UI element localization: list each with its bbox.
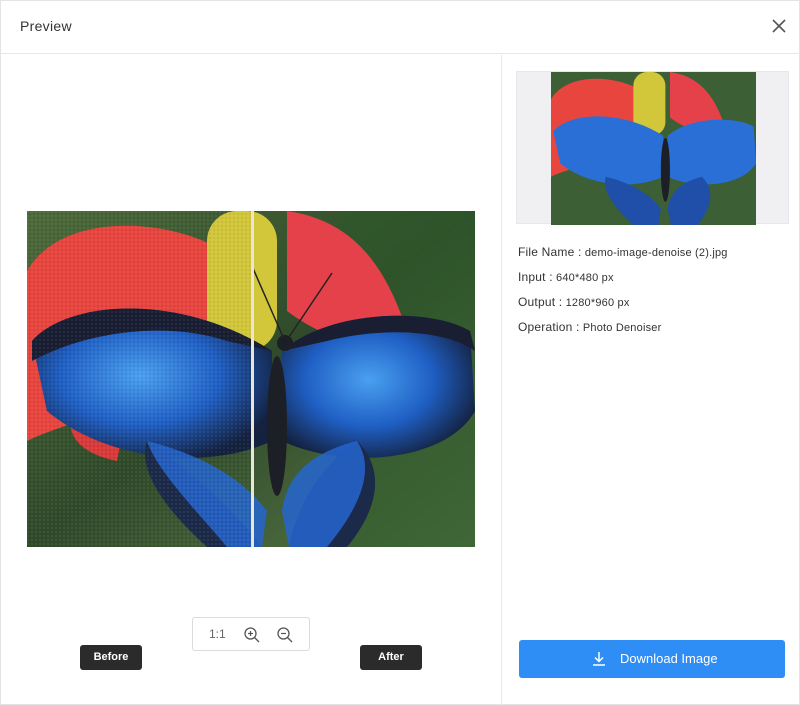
operation-value: Photo Denoiser: [582, 322, 662, 334]
close-icon: [772, 19, 786, 33]
file-name-row: File Name : demo-image-denoise (2).jpg: [518, 245, 728, 259]
input-value: 640*480 px: [556, 272, 614, 284]
download-image-button[interactable]: Download Image: [519, 640, 785, 678]
close-button[interactable]: [768, 15, 790, 37]
download-label: Download Image: [620, 651, 718, 666]
thumbnail-frame: [516, 71, 789, 225]
preview-dialog: Preview 1:1 Before After File Name: dem…: [0, 0, 800, 705]
zoom-ratio-button[interactable]: 1:1: [209, 627, 226, 641]
split-slider-handle[interactable]: [249, 211, 255, 547]
file-name-label: File Name :: [518, 245, 582, 259]
file-name-value: demo-image-denoise (2).jpg: [584, 247, 728, 259]
thumbnail-photo: [551, 72, 756, 225]
input-row: Input : 640*480 px: [518, 270, 614, 284]
details-pane: File Name : demo-image-denoise (2).jpg I…: [502, 55, 800, 705]
result-thumbnail: [551, 72, 756, 225]
download-icon: [593, 652, 605, 666]
output-value: 1280*960 px: [565, 297, 630, 309]
comparison-pane: 1:1 Before After: [1, 55, 501, 705]
zoom-in-icon: [244, 627, 260, 643]
operation-label: Operation :: [518, 320, 580, 334]
output-row: Output : 1280*960 px: [518, 295, 630, 309]
after-label: After: [360, 645, 422, 670]
zoom-toolbar: 1:1: [192, 617, 310, 651]
zoom-in-button[interactable]: [243, 626, 261, 644]
input-label: Input :: [518, 270, 553, 284]
dialog-header: Preview: [1, 1, 800, 54]
zoom-out-icon: [277, 627, 293, 643]
split-line: [251, 211, 254, 547]
operation-row: Operation : Photo Denoiser: [518, 320, 661, 334]
output-label: Output :: [518, 295, 563, 309]
zoom-out-button[interactable]: [276, 626, 294, 644]
dialog-title: Preview: [20, 18, 72, 34]
before-label: Before: [80, 645, 142, 670]
